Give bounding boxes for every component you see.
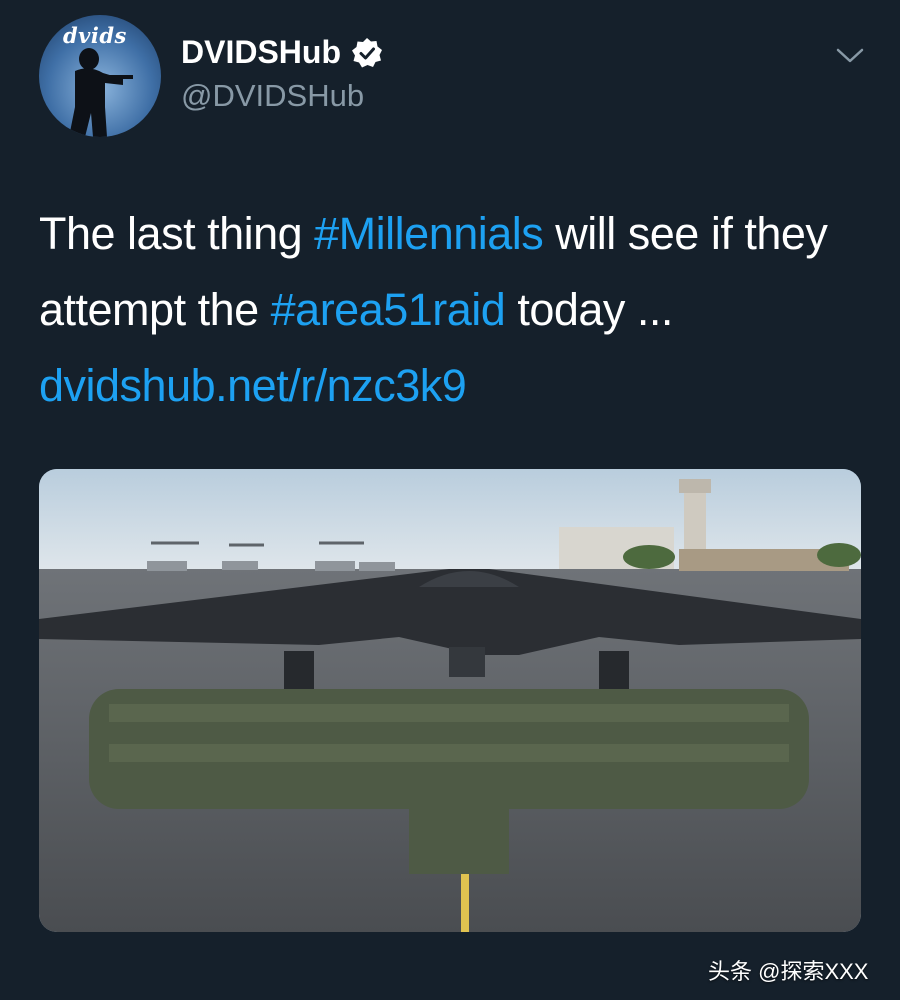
hashtag-millennials-link[interactable]: #Millennials <box>314 208 544 259</box>
watermark: 头条 @探索XXX <box>708 959 869 984</box>
b2-bomber-crew-photo <box>39 469 861 932</box>
verified-icon <box>351 37 383 69</box>
display-name[interactable]: DVIDSHub <box>181 34 383 71</box>
tweet-url-link[interactable]: dvidshub.net/r/nzc3k9 <box>39 360 467 411</box>
tweet-media-photo[interactable] <box>39 469 861 932</box>
tweet-text: The last thing #Millennials will see if … <box>39 196 869 424</box>
avatar[interactable]: dvids <box>39 15 161 137</box>
tweet-text-part-1: The last thing <box>39 208 315 259</box>
avatar-logo-text: dvids <box>63 23 127 48</box>
user-handle[interactable]: @DVIDSHub <box>181 78 364 114</box>
hashtag-area51raid-link[interactable]: #area51raid <box>271 284 506 335</box>
display-name-text[interactable]: DVIDSHub <box>181 34 341 71</box>
tweet-text-part-3: today ... <box>505 284 673 335</box>
chevron-down-icon[interactable] <box>834 42 866 68</box>
